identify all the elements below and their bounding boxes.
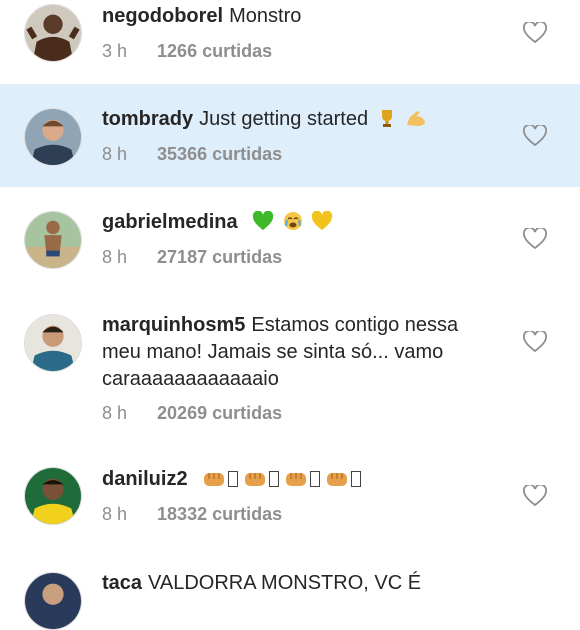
avatar[interactable]	[24, 314, 82, 372]
comment-text: taca VALDORRA MONSTRO, VC É	[102, 570, 494, 597]
comment-username[interactable]: taca	[102, 572, 142, 594]
comment-body: Just getting started	[199, 108, 369, 130]
comment-time: 8 h	[102, 144, 128, 164]
comment-item: gabrielmedina 8 h 27187 curtidas	[0, 187, 580, 290]
fist-icon	[325, 469, 349, 496]
missing-glyph	[310, 471, 321, 487]
like-heart-icon[interactable]	[523, 22, 547, 44]
comment-item: taca VALDORRA MONSTRO, VC É	[0, 550, 580, 630]
comment-time: 8 h	[102, 247, 128, 267]
comment-meta: 8 h 18332 curtidas	[102, 504, 282, 525]
comment-username[interactable]: daniluiz2	[102, 468, 188, 490]
crying-face-icon	[283, 211, 303, 239]
comment-meta: 8 h 27187 curtidas	[102, 247, 282, 268]
comment-text: tombrady Just getting started	[102, 106, 494, 136]
comment-meta: 8 h 35366 curtidas	[102, 144, 282, 165]
missing-glyph	[351, 471, 362, 487]
comment-likes[interactable]: 27187 curtidas	[157, 247, 282, 267]
comment-likes[interactable]: 20269 curtidas	[157, 403, 282, 423]
fist-icon	[243, 469, 267, 496]
missing-glyph	[269, 471, 280, 487]
comment-text: marquinhosm5 Estamos contigo nessa meu ma…	[102, 312, 494, 393]
comment-text: negodoborel Monstro	[102, 3, 494, 30]
comment-likes[interactable]: 1266 curtidas	[157, 41, 272, 61]
comment-body: Monstro	[229, 5, 302, 27]
like-heart-icon[interactable]	[523, 485, 547, 507]
comment-meta: 8 h 20269 curtidas	[102, 403, 282, 424]
avatar[interactable]	[24, 572, 82, 630]
comment-meta: 3 h 1266 curtidas	[102, 41, 272, 62]
comment-time: 8 h	[102, 403, 128, 423]
yellow-heart-icon	[311, 210, 333, 239]
comment-likes[interactable]: 18332 curtidas	[157, 504, 282, 524]
comment-body: VALDORRA MONSTRO, VC É	[148, 572, 422, 594]
comment-username[interactable]: negodoborel	[102, 5, 223, 27]
like-heart-icon[interactable]	[523, 331, 547, 353]
avatar[interactable]	[24, 467, 82, 525]
avatar[interactable]	[24, 108, 82, 166]
flexed-biceps-icon	[405, 108, 427, 136]
avatar[interactable]	[24, 211, 82, 269]
trophy-icon	[377, 108, 397, 136]
comment-username[interactable]: gabrielmedina	[102, 211, 238, 233]
comment-username[interactable]: marquinhosm5	[102, 314, 245, 336]
comment-username[interactable]: tombrady	[102, 108, 193, 130]
fist-icon	[202, 469, 226, 496]
avatar[interactable]	[24, 4, 82, 62]
like-heart-icon[interactable]	[523, 125, 547, 147]
like-heart-icon[interactable]	[523, 228, 547, 250]
comment-time: 8 h	[102, 504, 128, 524]
fist-icon	[284, 469, 308, 496]
comment-text: gabrielmedina	[102, 209, 494, 239]
green-heart-icon	[252, 210, 274, 239]
comment-time: 3 h	[102, 41, 128, 61]
comment-text: daniluiz2	[102, 466, 494, 496]
comment-item: tombrady Just getting started 8 h 35366 cu…	[0, 84, 580, 187]
comment-item: marquinhosm5 Estamos contigo nessa meu ma…	[0, 290, 580, 447]
comment-likes[interactable]: 35366 curtidas	[157, 144, 282, 164]
missing-glyph	[228, 471, 239, 487]
comment-item: daniluiz2 8 h 18332 curtidas	[0, 447, 580, 550]
comment-item: negodoborel Monstro 3 h 1266 curtidas	[0, 0, 580, 84]
